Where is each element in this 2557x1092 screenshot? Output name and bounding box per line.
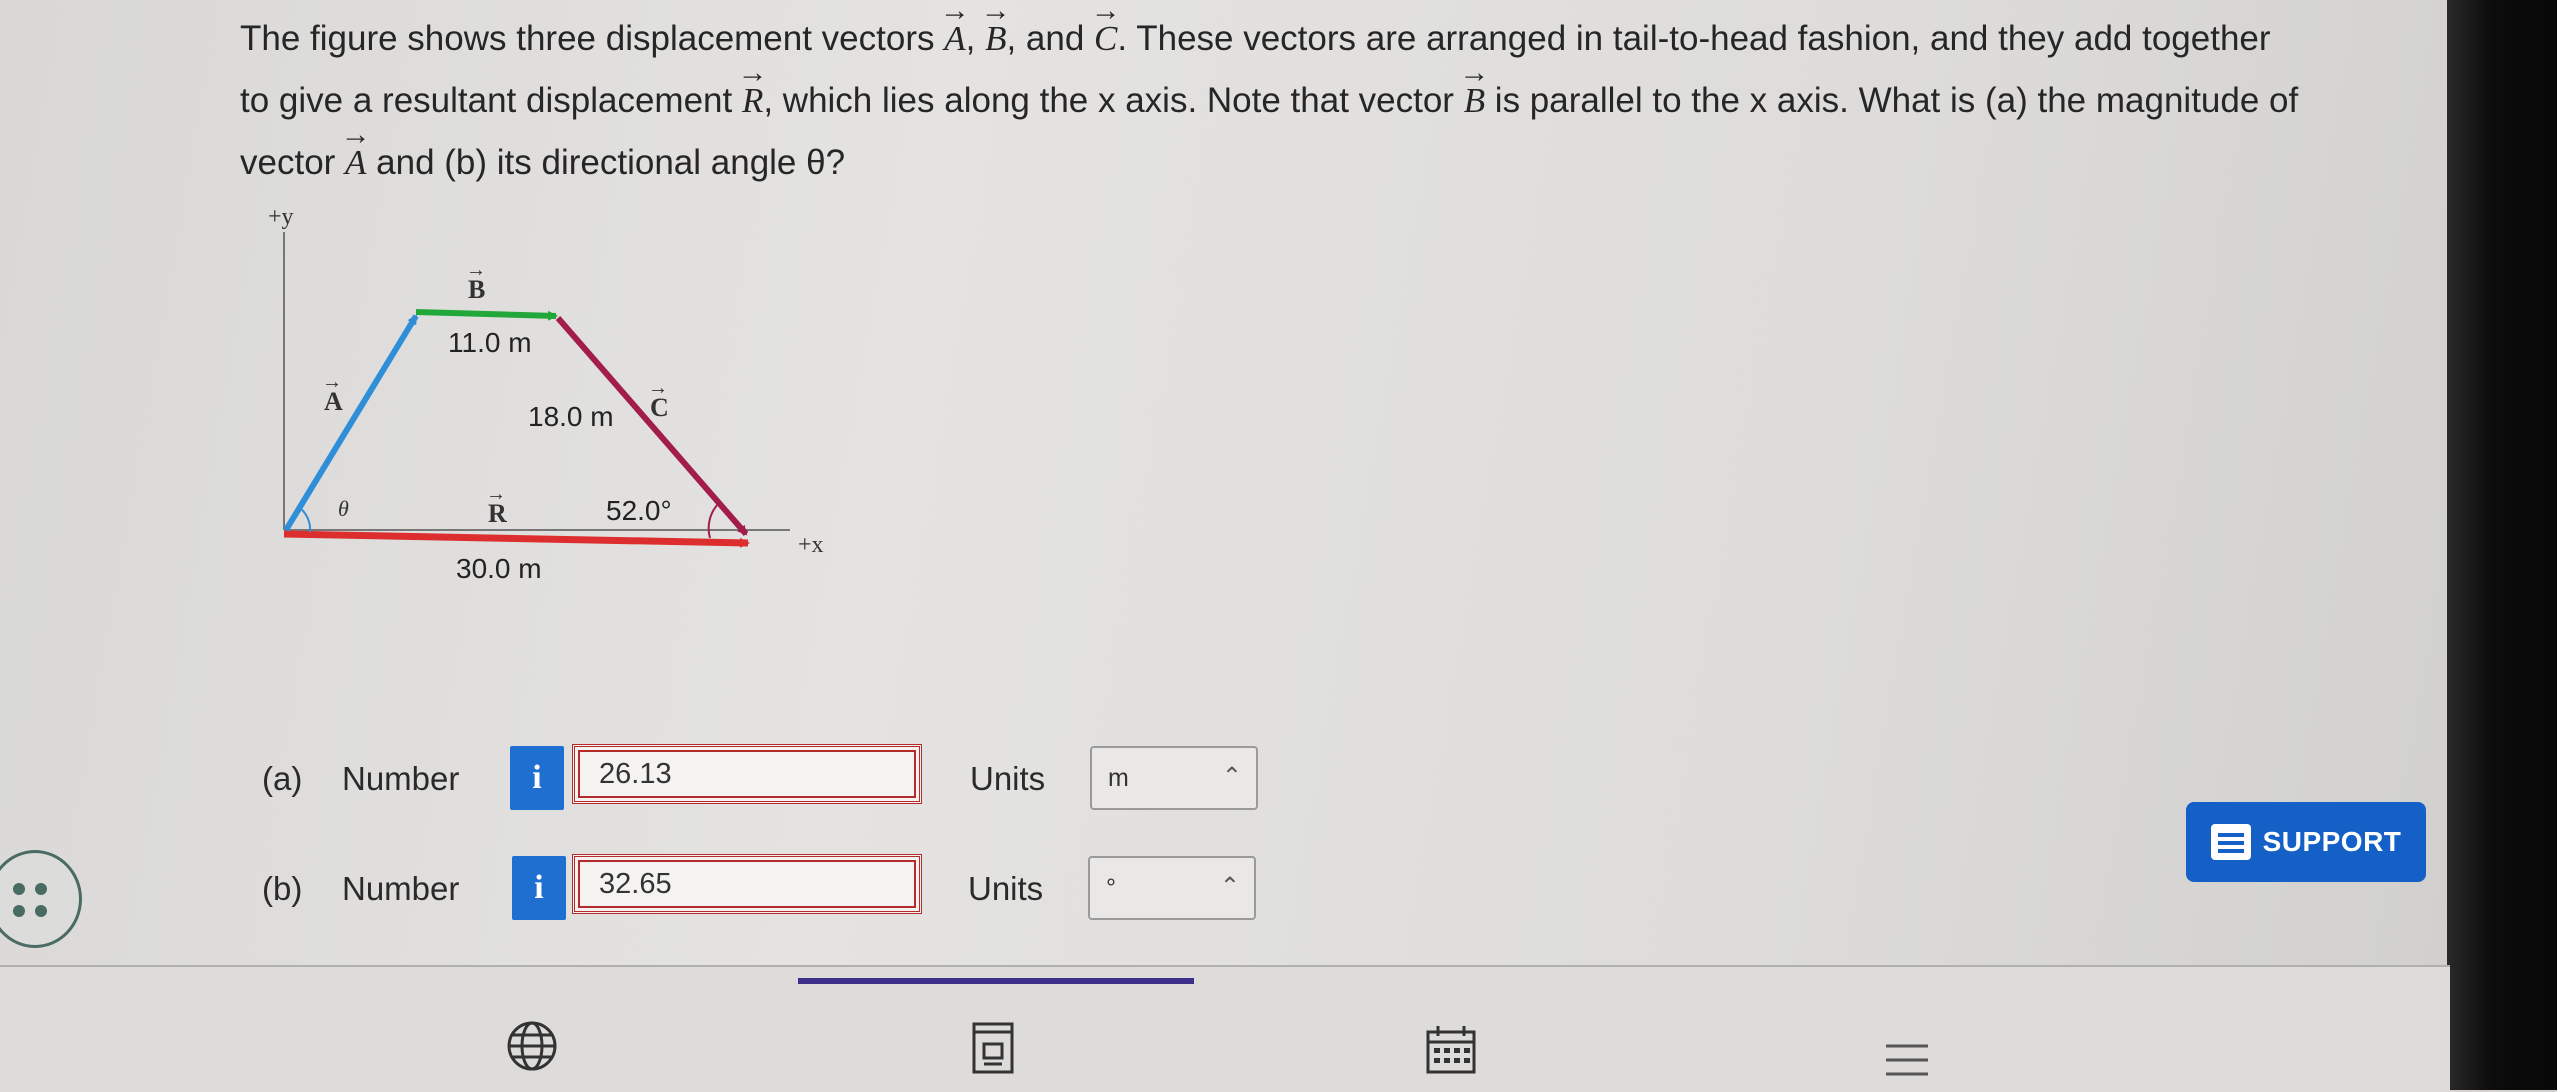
bottom-nav-bar xyxy=(0,965,2450,1092)
vector-diagram: +y +x B 11.0 m A 18.0 m C θ R 52.0° 30.0… xyxy=(268,204,824,584)
answer-input-a[interactable]: 26.13 xyxy=(572,744,922,804)
calendar-icon[interactable] xyxy=(1424,1024,1478,1078)
chevron-updown-icon: ⌃ xyxy=(1219,873,1240,900)
vector-a-arrow xyxy=(283,314,419,532)
question-line-2: to give a resultant displacement R, whic… xyxy=(240,70,2298,132)
vector-r-label-arrow: → xyxy=(486,483,506,505)
document-icon[interactable] xyxy=(970,1020,1016,1076)
question-text: The figure shows three displacement vect… xyxy=(240,8,2298,194)
number-label-b: Number xyxy=(342,870,460,907)
units-select-a[interactable]: m ⌃ xyxy=(1090,746,1258,810)
vector-a-label-arrow: → xyxy=(322,371,342,393)
support-button[interactable]: SUPPORT xyxy=(2186,802,2426,882)
x-axis-label: +x xyxy=(798,532,824,558)
theta-arc xyxy=(299,507,312,533)
vector-b-arrow xyxy=(415,309,558,321)
menu-icon[interactable] xyxy=(1882,1040,1932,1084)
active-tab-indicator xyxy=(798,978,1194,984)
chat-icon xyxy=(2210,824,2251,860)
units-label-a: Units xyxy=(970,760,1046,797)
vector-b-magnitude: 11.0 m xyxy=(448,327,532,358)
answer-input-b[interactable]: 32.65 xyxy=(572,854,922,914)
cookie-settings-button[interactable] xyxy=(0,850,82,948)
page-edge xyxy=(2447,0,2557,1090)
cookie-icon xyxy=(13,883,47,917)
info-button-a[interactable]: i xyxy=(510,746,564,810)
globe-icon[interactable] xyxy=(504,1018,560,1074)
part-a-label: (a) xyxy=(262,760,303,797)
units-select-a-value: m xyxy=(1108,764,1129,792)
vector-r-arrow xyxy=(283,530,750,548)
vector-b-label-arrow: → xyxy=(466,259,486,281)
part-b-label: (b) xyxy=(262,870,303,907)
support-label: SUPPORT xyxy=(2262,826,2402,857)
vector-c-label-arrow: → xyxy=(648,377,668,399)
vector-r-magnitude: 30.0 m xyxy=(456,553,542,584)
question-line-1: The figure shows three displacement vect… xyxy=(240,8,2271,70)
c-angle-arc xyxy=(707,501,721,539)
number-label-a: Number xyxy=(342,760,460,797)
theta-label: θ xyxy=(338,496,349,521)
c-angle-value: 52.0° xyxy=(606,495,672,526)
chevron-updown-icon: ⌃ xyxy=(1221,763,1242,790)
units-select-b-value: ° xyxy=(1106,874,1116,902)
units-select-b[interactable]: ° ⌃ xyxy=(1088,856,1256,920)
y-axis-label: +y xyxy=(268,204,294,230)
vector-c-magnitude: 18.0 m xyxy=(528,401,614,432)
question-line-3: vector A and (b) its directional angle θ… xyxy=(240,132,2260,194)
units-label-b: Units xyxy=(968,870,1044,907)
info-button-b[interactable]: i xyxy=(512,856,566,920)
